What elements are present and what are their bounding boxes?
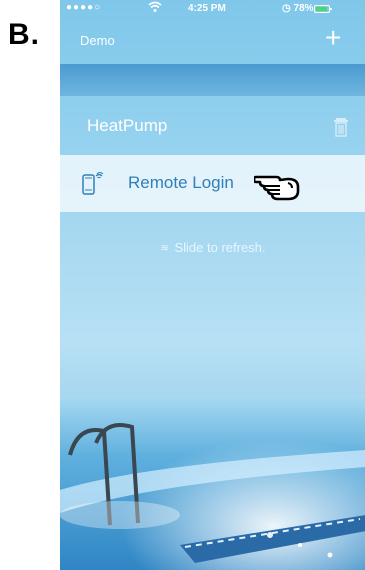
trash-icon[interactable] [332,117,350,137]
pool-background-image [60,395,365,570]
battery-text: 78% [293,3,314,14]
battery-percentage: ◷ 78% [282,3,314,14]
signal-strength: ●●●●○ [66,2,102,13]
status-bar: ●●●●○ 4:25 PM ◷ 78% [60,0,365,18]
header-band [60,64,365,96]
device-row-heatpump[interactable]: HeatPump [60,100,365,154]
pointing-hand-icon [252,167,302,201]
device-name: HeatPump [87,116,168,135]
nav-title: Demo [80,33,115,48]
remote-login-label: Remote Login [128,173,234,192]
status-time: 4:25 PM [188,3,226,14]
double-chevron-icon: ≋ [160,243,169,254]
remote-login-row[interactable]: Remote Login [60,155,365,212]
wifi-icon [148,1,162,16]
remote-phone-icon [82,170,104,196]
battery-icon [314,5,332,13]
alarm-icon: ◷ [282,3,291,14]
figure-label: B. [8,18,40,51]
refresh-text: Slide to refresh. [174,240,266,255]
navigation-bar: Demo + [60,18,365,64]
add-button[interactable]: + [325,24,341,52]
slide-to-refresh: ≋ Slide to refresh. [60,240,365,255]
phone-screen: ●●●●○ 4:25 PM ◷ 78% Demo + HeatPump Remo… [60,0,365,570]
